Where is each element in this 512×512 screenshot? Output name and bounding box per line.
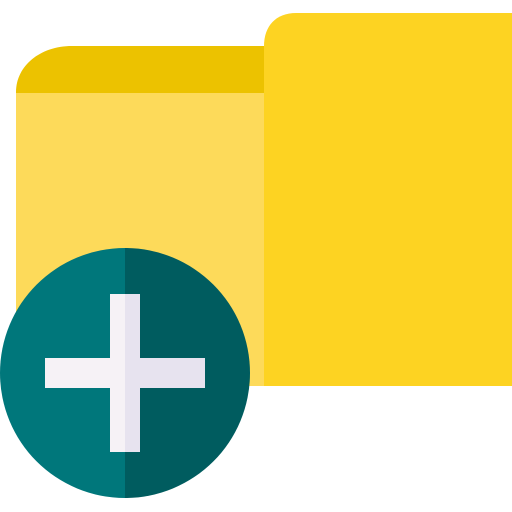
add-badge — [0, 248, 250, 498]
folder-right-panel — [264, 13, 512, 386]
icon-canvas — [0, 0, 512, 512]
plus-vertical-right — [125, 294, 140, 452]
plus-vertical-left — [110, 294, 125, 452]
add-folder-icon — [0, 13, 512, 498]
folder-tab — [16, 46, 265, 93]
